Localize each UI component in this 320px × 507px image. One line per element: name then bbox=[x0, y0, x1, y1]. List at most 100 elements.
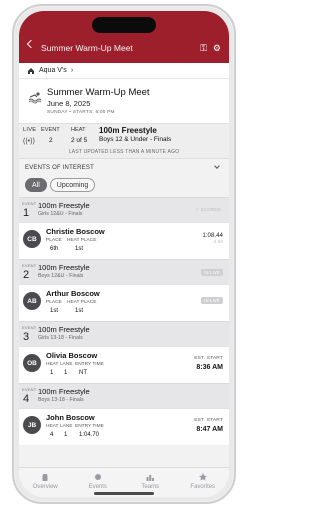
place-label: PLACE bbox=[46, 300, 62, 305]
key-icon[interactable]: ⚿ bbox=[200, 43, 207, 53]
swimmer-row[interactable]: AB Arthur Boscow PLACE 1st HEAT PLACE 1s… bbox=[19, 284, 229, 321]
event-name: 100m Freestyle bbox=[38, 263, 90, 272]
breadcrumb[interactable]: Aqua V's › bbox=[19, 63, 229, 79]
live-event-value: 2 bbox=[49, 137, 53, 144]
heat-label: HEAT bbox=[46, 424, 59, 429]
nav-actions: ⚿ ⚙ bbox=[200, 43, 221, 53]
live-label: LIVE bbox=[23, 127, 37, 133]
meet-date: June 8, 2025 bbox=[47, 99, 91, 108]
event-word: EVENT bbox=[22, 263, 37, 268]
meet-header: Summer Warm-Up Meet June 8, 2025 SUNDAY … bbox=[19, 79, 229, 123]
section-title: EVENTS OF INTEREST bbox=[25, 165, 94, 171]
tab-teams[interactable]: Teams bbox=[124, 472, 176, 490]
avatar: CB bbox=[23, 230, 41, 248]
event-name: 100m Freestyle bbox=[38, 387, 90, 396]
est-start-value: 8:47 AM bbox=[196, 426, 223, 433]
dynamic-island bbox=[92, 17, 156, 33]
filter-upcoming[interactable]: Upcoming bbox=[49, 178, 96, 192]
live-event-label: EVENT bbox=[41, 127, 60, 133]
event-number: 3 bbox=[23, 331, 30, 343]
event-number: 2 bbox=[23, 269, 30, 281]
event-meta: Girls 13-18 - Finals bbox=[38, 335, 83, 341]
live-heat-value: 2 of 5 bbox=[71, 137, 88, 144]
broadcast-icon: ((•)) bbox=[23, 138, 35, 145]
live-badge: IN LIVE bbox=[201, 297, 223, 304]
est-start-label: EST. START bbox=[194, 418, 223, 423]
event-meta: Boys 13-18 - Finals bbox=[38, 397, 84, 403]
est-start-label: EST. START bbox=[194, 356, 223, 361]
live-race-title: 100m Freestyle bbox=[99, 126, 157, 135]
event-row[interactable]: EVENT 4 100m Freestyle Boys 13-18 - Fina… bbox=[19, 383, 229, 408]
live-badge: IN LIVE bbox=[201, 269, 223, 276]
phone-frame: Summer Warm-Up Meet ⚿ ⚙ Aqua V's › Summe… bbox=[12, 4, 236, 504]
event-row[interactable]: EVENT 3 100m Freestyle Girls 13-18 - Fin… bbox=[19, 321, 229, 346]
filter-all[interactable]: All bbox=[25, 178, 47, 192]
event-status: ✓ SCORED bbox=[195, 207, 221, 212]
live-heat-label: HEAT bbox=[71, 127, 86, 133]
bottom-tabbar: Overview Events Teams Favorites bbox=[19, 467, 229, 497]
event-word: EVENT bbox=[22, 201, 37, 206]
result-time: 1:08.44 bbox=[202, 232, 223, 239]
event-name: 100m Freestyle bbox=[38, 201, 90, 210]
swimmer-row[interactable]: JB John Boscow HEAT 4 LANE 1 ENTRY TIME … bbox=[19, 408, 229, 445]
meet-title: Summer Warm-Up Meet bbox=[47, 87, 150, 98]
heat-value: 4 bbox=[50, 432, 54, 438]
event-row[interactable]: EVENT 2 100m Freestyle Boys 12&U - Final… bbox=[19, 259, 229, 284]
tab-label: Teams bbox=[141, 484, 160, 490]
heat-place-value: 1st bbox=[75, 246, 84, 252]
swimmer-name: Christie Boscow bbox=[46, 227, 105, 236]
swimmer-name: Olivia Boscow bbox=[46, 351, 98, 360]
tab-events[interactable]: Events bbox=[72, 472, 124, 490]
lane-value: 1 bbox=[64, 370, 68, 376]
place-value: 1st bbox=[50, 308, 59, 314]
event-word: EVENT bbox=[22, 387, 37, 392]
swimmer-row[interactable]: OB Olivia Boscow HEAT 1 LANE 1 ENTRY TIM… bbox=[19, 346, 229, 383]
star-icon bbox=[198, 473, 207, 481]
bar-chart-icon bbox=[146, 475, 155, 481]
tab-overview[interactable]: Overview bbox=[19, 472, 71, 490]
tab-label: Overview bbox=[32, 484, 58, 490]
nav-row: Summer Warm-Up Meet ⚿ ⚙ bbox=[19, 38, 229, 58]
trash-icon bbox=[42, 474, 48, 481]
swimmer-icon bbox=[28, 92, 42, 104]
home-icon bbox=[27, 67, 35, 75]
event-row[interactable]: EVENT 1 100m Freestyle Girls 12&U - Fina… bbox=[19, 197, 229, 222]
tab-label: Events bbox=[88, 484, 107, 490]
event-name: 100m Freestyle bbox=[38, 325, 90, 334]
nav-title: Summer Warm-Up Meet bbox=[41, 43, 133, 53]
entry-time-label: ENTRY TIME bbox=[75, 362, 104, 367]
est-start-value: 8:36 AM bbox=[196, 364, 223, 371]
heat-place-label: HEAT PLACE bbox=[67, 238, 97, 243]
heat-place-label: HEAT PLACE bbox=[67, 300, 97, 305]
events-of-interest-header[interactable]: EVENTS OF INTEREST bbox=[19, 161, 229, 175]
event-number: 4 bbox=[23, 393, 30, 405]
avatar: JB bbox=[23, 416, 41, 434]
heat-value: 1 bbox=[50, 370, 54, 376]
place-value: 6th bbox=[50, 246, 59, 252]
avatar: OB bbox=[23, 354, 41, 372]
tab-label: Favorites bbox=[190, 484, 216, 490]
place-label: PLACE bbox=[46, 238, 62, 243]
event-meta: Girls 12&U - Finals bbox=[38, 211, 83, 217]
chevron-right-icon: › bbox=[70, 67, 74, 74]
lane-label: LANE bbox=[60, 362, 73, 367]
entry-time-value: NT bbox=[79, 370, 87, 376]
home-indicator bbox=[94, 492, 154, 495]
lane-label: LANE bbox=[60, 424, 73, 429]
person-settings-icon[interactable]: ⚙ bbox=[213, 43, 221, 53]
swimmer-row[interactable]: CB Christie Boscow PLACE 6th HEAT PLACE … bbox=[19, 222, 229, 259]
heat-label: HEAT bbox=[46, 362, 59, 367]
swimmer-name: John Boscow bbox=[46, 413, 95, 422]
heat-place-value: 1st bbox=[75, 308, 84, 314]
swimmer-name: Arthur Boscow bbox=[46, 289, 100, 298]
event-number: 1 bbox=[23, 207, 30, 219]
time-delta: -3.68 bbox=[212, 240, 223, 245]
lane-value: 1 bbox=[64, 432, 68, 438]
live-status-bar[interactable]: LIVE ((•)) EVENT 2 HEAT 2 of 5 100m Free… bbox=[19, 123, 229, 159]
breadcrumb-team: Aqua V's bbox=[39, 67, 67, 74]
live-updated-text: LAST UPDATED LESS THAN A MINUTE AGO bbox=[68, 149, 180, 155]
meet-details: SUNDAY • STARTS: 6:00 PM bbox=[47, 110, 115, 115]
tab-favorites[interactable]: Favorites bbox=[177, 472, 229, 490]
event-word: EVENT bbox=[22, 325, 37, 330]
entry-time-label: ENTRY TIME bbox=[75, 424, 104, 429]
